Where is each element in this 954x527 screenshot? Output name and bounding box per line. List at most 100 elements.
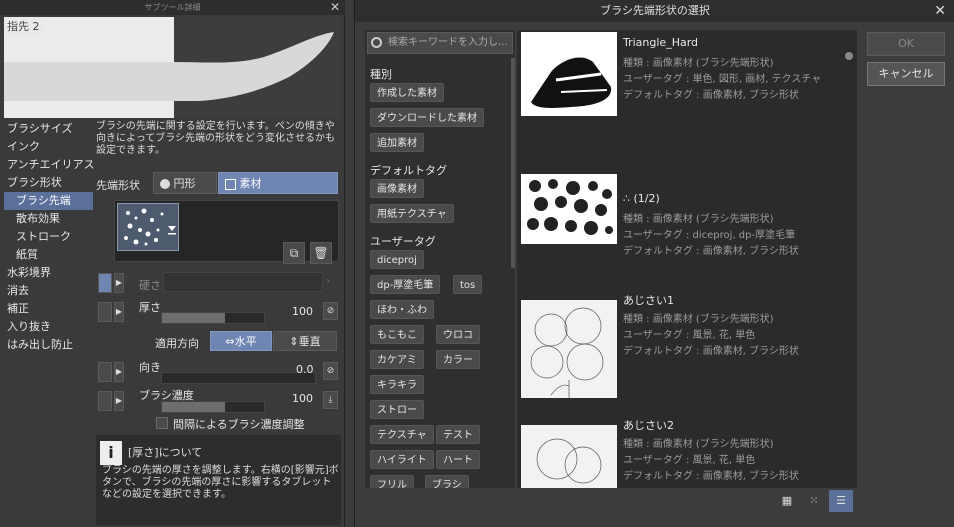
- tag-user[interactable]: ストロー: [370, 400, 424, 419]
- tag-user[interactable]: ハイライト: [370, 450, 434, 469]
- tag-user[interactable]: diceproj: [370, 250, 424, 269]
- density-value[interactable]: 100: [292, 392, 313, 405]
- sidebar-scrollbar[interactable]: [511, 58, 515, 268]
- interval-checkbox[interactable]: [156, 417, 168, 429]
- small-grid-view-icon[interactable]: ⁙: [802, 490, 826, 512]
- eye-icon-density[interactable]: [98, 391, 112, 411]
- tag-user[interactable]: ハート: [436, 450, 480, 469]
- info-icon: i: [100, 441, 122, 465]
- list-item[interactable]: あじさい1 種類 : 画像素材 (ブラシ先端形状) ユーザータグ : 風景, 花…: [517, 286, 857, 414]
- info-text: ブラシの先端の厚さを調整します。右横の[影響元]ボタンで、ブラシの先端の厚さに影…: [102, 465, 339, 500]
- large-grid-view-icon[interactable]: ▦: [775, 490, 799, 512]
- tag-user[interactable]: カケアミ: [370, 350, 424, 369]
- tag-user[interactable]: テスト: [436, 425, 480, 444]
- cat-start-end[interactable]: 入り抜き: [4, 318, 93, 336]
- tag-user[interactable]: もこもこ: [370, 325, 424, 344]
- tag-user[interactable]: tos: [453, 275, 483, 294]
- density-slider[interactable]: [161, 401, 265, 413]
- thickness-slider[interactable]: [161, 312, 265, 324]
- influence-source-icon[interactable]: ⊘: [323, 302, 338, 320]
- cat-ink[interactable]: インク: [4, 138, 93, 156]
- hardness-selector[interactable]: [163, 272, 323, 292]
- cat-paper[interactable]: 紙質: [4, 246, 93, 264]
- item-title: あじさい1: [623, 294, 674, 307]
- tag-paper-texture[interactable]: 用紙テクスチャ: [370, 204, 454, 223]
- subtool-detail-panel: サブツール詳細 ✕ 指先 2 ブラシサイズ インク アンチエイリアス ブラシ形状…: [0, 0, 345, 527]
- cat-brush-tip[interactable]: ブラシ先端: [4, 192, 93, 210]
- thickness-value[interactable]: 100: [292, 305, 313, 318]
- brush-preview: 指先 2: [4, 17, 341, 118]
- ok-button[interactable]: OK: [867, 32, 945, 56]
- item-user-tags: ユーザータグ : 風景, 花, 単色: [623, 330, 756, 341]
- close-icon[interactable]: ✕: [330, 0, 340, 15]
- tag-user[interactable]: ほわ・ふわ: [370, 300, 434, 319]
- tip-material-button[interactable]: 素材: [218, 172, 338, 194]
- tag-added[interactable]: 追加素材: [370, 133, 424, 152]
- search-icon: [371, 37, 382, 48]
- close-icon-dialog[interactable]: ✕: [934, 0, 946, 22]
- cat-brush-shape[interactable]: ブラシ形状: [4, 174, 93, 192]
- cat-antialias[interactable]: アンチエイリアス: [4, 156, 95, 174]
- add-material-icon[interactable]: ⧉: [283, 242, 305, 264]
- item-kind: 種類 : 画像素材 (ブラシ先端形状): [623, 439, 774, 450]
- dialog-title: ブラシ先端形状の選択: [355, 0, 954, 22]
- tag-image-material[interactable]: 画像素材: [370, 179, 424, 198]
- search-input[interactable]: 検索キーワードを入力し...: [367, 32, 513, 54]
- list-item[interactable]: あじさい2 種類 : 画像素材 (ブラシ先端形状) ユーザータグ : 風景, 花…: [517, 411, 857, 488]
- item-user-tags: ユーザータグ : 風景, 花, 単色: [623, 455, 756, 466]
- cat-spray[interactable]: 散布効果: [4, 210, 93, 228]
- tag-user[interactable]: ウロコ: [436, 325, 480, 344]
- item-title: あじさい2: [623, 419, 674, 432]
- tip-shape-label: 先端形状: [96, 179, 140, 192]
- download-icon[interactable]: ⤓: [323, 391, 338, 409]
- cat-stroke[interactable]: ストローク: [4, 228, 93, 246]
- list-item[interactable]: Triangle_Hard 種類 : 画像素材 (ブラシ先端形状) ユーザータグ…: [517, 30, 857, 158]
- cat-brush-size[interactable]: ブラシサイズ: [4, 120, 93, 138]
- influence-arrow-icon-thickness[interactable]: ▶: [114, 302, 124, 322]
- direction-value[interactable]: 0.0: [296, 363, 314, 376]
- item-kind: 種類 : 画像素材 (ブラシ先端形状): [623, 58, 774, 69]
- tip-material-list[interactable]: [114, 200, 339, 262]
- cancel-button[interactable]: キャンセル: [867, 62, 945, 86]
- material-list[interactable]: Triangle_Hard 種類 : 画像素材 (ブラシ先端形状) ユーザータグ…: [517, 30, 857, 488]
- influence-arrow-icon[interactable]: ▶: [114, 273, 124, 293]
- horizontal-button[interactable]: ⇔水平: [210, 331, 272, 351]
- tag-user[interactable]: ブラシ: [425, 475, 469, 488]
- preview-label: 指先 2: [4, 17, 43, 35]
- tag-downloaded[interactable]: ダウンロードした素材: [370, 108, 484, 127]
- item-default-tags: デフォルトタグ : 画像素材, ブラシ形状: [623, 346, 799, 357]
- influence-arrow-icon-direction[interactable]: ▶: [114, 362, 124, 382]
- tag-user[interactable]: テクスチャ: [370, 425, 434, 444]
- tag-user[interactable]: フリル: [370, 475, 414, 488]
- tag-user[interactable]: キラキラ: [370, 375, 424, 394]
- tag-user[interactable]: カラー: [436, 350, 480, 369]
- tag-created[interactable]: 作成した素材: [370, 83, 444, 102]
- trash-icon[interactable]: 🗑: [310, 242, 332, 264]
- influence-arrow-icon-density[interactable]: ▶: [114, 391, 124, 411]
- list-item[interactable]: ∴ (1/2) 種類 : 画像素材 (ブラシ先端形状) ユーザータグ : dic…: [517, 158, 857, 286]
- section-default: デフォルトタグ: [370, 164, 447, 177]
- vertical-button[interactable]: ⇕垂直: [273, 331, 337, 351]
- item-default-tags: デフォルトタグ : 画像素材, ブラシ形状: [623, 471, 799, 482]
- cat-overflow[interactable]: はみ出し防止: [4, 336, 93, 354]
- tag-user[interactable]: dp-厚塗毛筆: [370, 275, 441, 294]
- direction-slider[interactable]: [161, 372, 316, 384]
- tip-circle-button[interactable]: 円形: [153, 172, 217, 194]
- eye-icon[interactable]: [98, 273, 112, 293]
- item-thumbnail: [521, 425, 617, 488]
- cat-erase[interactable]: 消去: [4, 282, 93, 300]
- eye-icon-direction[interactable]: [98, 362, 112, 382]
- detail-list-view-icon[interactable]: ☰: [829, 490, 853, 512]
- tip-thumbnail[interactable]: [117, 203, 179, 251]
- circle-icon: [160, 179, 170, 189]
- category-list: ブラシサイズ インク アンチエイリアス ブラシ形状 ブラシ先端 散布効果 ストロ…: [4, 120, 95, 380]
- tip-description: ブラシの先端に関する設定を行います。ペンの傾きや向きによってブラシ先端の形状をど…: [96, 121, 335, 156]
- cat-watercolor-edge[interactable]: 水彩境界: [4, 264, 93, 282]
- influence-source-icon-direction[interactable]: ⊘: [323, 362, 338, 380]
- eye-icon-thickness[interactable]: [98, 302, 112, 322]
- interval-label: 間隔によるブラシ濃度調整: [173, 418, 305, 431]
- horizontal-label: 水平: [234, 335, 257, 348]
- item-default-tags: デフォルトタグ : 画像素材, ブラシ形状: [623, 246, 799, 257]
- list-scrollbar[interactable]: [845, 52, 853, 60]
- cat-correction[interactable]: 補正: [4, 300, 93, 318]
